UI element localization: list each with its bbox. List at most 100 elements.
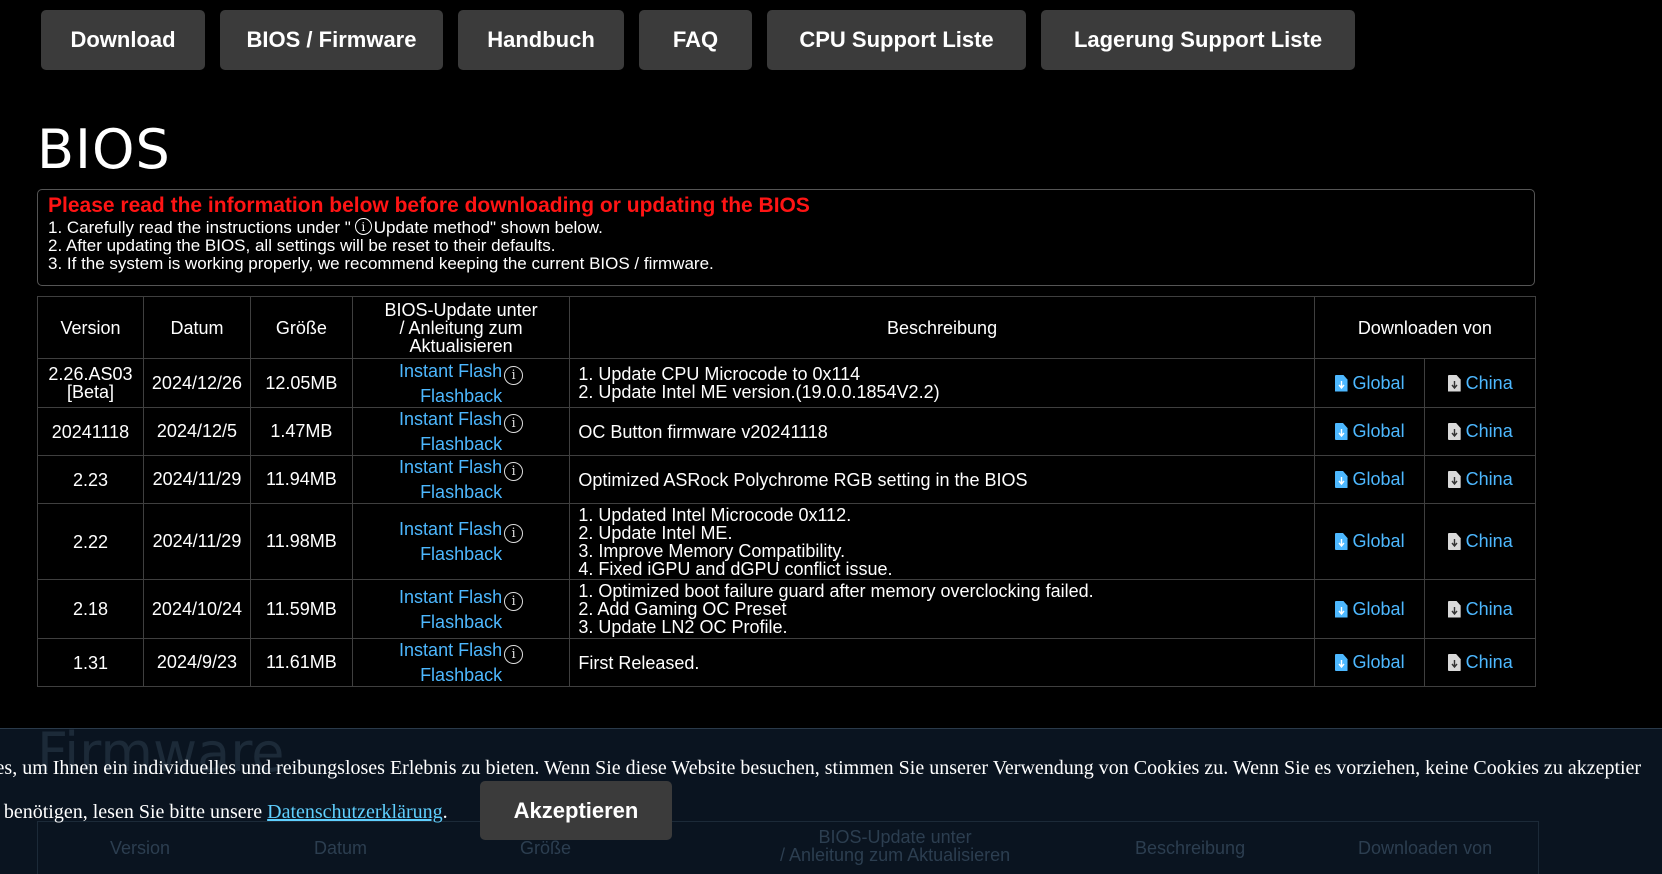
china-download-label: China bbox=[1465, 421, 1513, 441]
description-cell: 1. Update CPU Microcode to 0x114 2. Updat… bbox=[569, 358, 1315, 408]
flashback-link[interactable]: Flashback bbox=[361, 481, 562, 503]
global-download-link[interactable]: Global bbox=[1334, 469, 1405, 489]
china-download-label: China bbox=[1465, 531, 1513, 551]
description-cell: 1. Optimized boot failure guard after me… bbox=[569, 579, 1315, 639]
date-cell: 2024/12/5 bbox=[142, 407, 252, 456]
top-nav: Download BIOS / Firmware Handbuch FAQ CP… bbox=[41, 10, 1355, 70]
version-cell: 2.22 bbox=[37, 503, 144, 580]
description-cell: 1. Updated Intel Microcode 0x112. 2. Upda… bbox=[569, 503, 1315, 580]
global-download-link[interactable]: Global bbox=[1334, 531, 1405, 551]
file-download-icon bbox=[1334, 374, 1348, 392]
update-method-cell: Instant Flash i Flashback bbox=[351, 503, 571, 580]
page-title: BIOS bbox=[37, 118, 171, 181]
table-row: 2.26.AS03 [Beta] 2024/12/26 12.05MB Inst… bbox=[37, 358, 1536, 408]
global-download-cell: Global bbox=[1313, 579, 1426, 639]
global-download-cell: Global bbox=[1313, 358, 1426, 408]
china-download-link[interactable]: China bbox=[1447, 372, 1513, 393]
info-icon[interactable]: i bbox=[504, 645, 524, 664]
version-cell: 2.18 bbox=[37, 579, 144, 639]
nav-cpu-support-button[interactable]: CPU Support Liste bbox=[767, 10, 1026, 70]
nav-faq-button[interactable]: FAQ bbox=[639, 10, 752, 70]
nav-download-button[interactable]: Download bbox=[41, 10, 205, 70]
header-update-line-1: BIOS-Update unter bbox=[384, 299, 538, 320]
flashback-link[interactable]: Flashback bbox=[361, 433, 562, 455]
bios-warning-box: Please read the information below before… bbox=[37, 189, 1535, 286]
header-update: BIOS-Update unter / Anleitung zum Aktual… bbox=[351, 296, 571, 359]
description-cell: OC Button firmware v20241118 bbox=[569, 407, 1315, 456]
cookie-text-line-1: okies, um Ihnen ein individuelles und re… bbox=[0, 757, 1642, 779]
info-icon[interactable]: i bbox=[504, 524, 524, 543]
china-download-link[interactable]: China bbox=[1447, 531, 1513, 551]
global-download-label: Global bbox=[1352, 652, 1405, 672]
china-download-cell: China bbox=[1424, 455, 1536, 504]
warning-title: Please read the information below before… bbox=[48, 194, 810, 217]
info-icon[interactable]: i bbox=[504, 414, 524, 433]
description-line: 2. Update Intel ME version.(19.0.0.1854V… bbox=[578, 382, 940, 402]
privacy-policy-link[interactable]: Datenschutzerklärung bbox=[267, 801, 442, 823]
nav-handbuch-button[interactable]: Handbuch bbox=[458, 10, 624, 70]
global-download-link[interactable]: Global bbox=[1334, 598, 1405, 619]
china-download-link[interactable]: China bbox=[1447, 652, 1513, 672]
instant-flash-link[interactable]: Instant Flash bbox=[399, 457, 502, 477]
china-download-cell: China bbox=[1424, 638, 1536, 687]
china-download-label: China bbox=[1465, 469, 1513, 489]
size-cell: 1.47MB bbox=[250, 407, 353, 456]
global-download-link[interactable]: Global bbox=[1334, 652, 1405, 672]
nav-lagerung-support-button[interactable]: Lagerung Support Liste bbox=[1041, 10, 1355, 70]
firmware-header-version: Version bbox=[110, 838, 171, 858]
china-download-label: China bbox=[1465, 598, 1513, 619]
china-download-label: China bbox=[1465, 372, 1513, 393]
date-cell: 2024/9/23 bbox=[142, 638, 252, 687]
flashback-link[interactable]: Flashback bbox=[361, 543, 562, 565]
table-header-row: Version Datum Größe BIOS-Update unter / … bbox=[37, 296, 1537, 359]
flashback-link[interactable]: Flashback bbox=[361, 385, 562, 407]
nav-bios-firmware-button[interactable]: BIOS / Firmware bbox=[220, 10, 443, 70]
global-download-cell: Global bbox=[1313, 638, 1426, 687]
china-download-link[interactable]: China bbox=[1447, 598, 1513, 619]
warning-line-3: 3. If the system is working properly, we… bbox=[48, 254, 714, 273]
description-line: 1. Updated Intel Microcode 0x112. bbox=[578, 504, 852, 525]
table-row: 2.22 2024/11/29 11.98MB Instant Flash i F… bbox=[37, 503, 1536, 580]
header-groesse: Größe bbox=[250, 296, 353, 359]
instant-flash-row: Instant Flash i bbox=[361, 639, 562, 664]
china-download-label: China bbox=[1465, 652, 1513, 672]
date-cell: 2024/12/26 bbox=[142, 358, 252, 408]
china-download-link[interactable]: China bbox=[1447, 469, 1513, 489]
instant-flash-link[interactable]: Instant Flash bbox=[399, 640, 502, 660]
update-method-cell: Instant Flash i Flashback bbox=[351, 638, 571, 687]
table-row: 20241118 2024/12/5 1.47MB Instant Flash i… bbox=[37, 407, 1536, 456]
instant-flash-link[interactable]: Instant Flash bbox=[399, 361, 502, 381]
global-download-label: Global bbox=[1352, 598, 1405, 619]
firmware-header-update-line-2: / Anleitung zum Aktualisieren bbox=[780, 845, 1011, 865]
firmware-header-groesse: Größe bbox=[520, 838, 572, 858]
info-icon[interactable]: i bbox=[504, 365, 524, 385]
info-icon[interactable]: i bbox=[504, 462, 524, 481]
flashback-link[interactable]: Flashback bbox=[361, 611, 562, 633]
instant-flash-row: Instant Flash i bbox=[361, 586, 562, 611]
global-download-label: Global bbox=[1352, 531, 1405, 551]
size-cell: 11.98MB bbox=[250, 503, 353, 580]
description-line: OC Button firmware v20241118 bbox=[578, 421, 828, 442]
update-method-cell: Instant Flash i Flashback bbox=[351, 579, 571, 639]
global-download-link[interactable]: Global bbox=[1334, 421, 1405, 441]
table-row: 2.23 2024/11/29 11.94MB Instant Flash i F… bbox=[37, 455, 1536, 504]
china-download-cell: China bbox=[1424, 503, 1536, 580]
version-cell: 1.31 bbox=[37, 638, 144, 687]
flashback-link[interactable]: Flashback bbox=[361, 664, 562, 686]
date-cell: 2024/11/29 bbox=[142, 503, 252, 580]
china-download-link[interactable]: China bbox=[1447, 421, 1513, 441]
firmware-table-header: Version Datum Größe BIOS-Update unter / A… bbox=[37, 821, 1539, 874]
cookie-text-line-2-pre: nen benötigen, lesen Sie bitte unsere bbox=[0, 801, 263, 823]
firmware-header-datum: Datum bbox=[314, 838, 368, 858]
global-download-cell: Global bbox=[1313, 455, 1426, 504]
update-method-cell: Instant Flash i Flashback bbox=[351, 358, 571, 408]
firmware-header-update: BIOS-Update unter / Anleitung zum Aktuali… bbox=[780, 828, 1010, 864]
instant-flash-link[interactable]: Instant Flash bbox=[399, 409, 502, 429]
info-icon[interactable]: i bbox=[504, 591, 524, 611]
description-line: 3. Update LN2 OC Profile. bbox=[578, 617, 788, 637]
instant-flash-link[interactable]: Instant Flash bbox=[399, 519, 502, 539]
global-download-link[interactable]: Global bbox=[1334, 373, 1405, 393]
instant-flash-link[interactable]: Instant Flash bbox=[399, 587, 502, 607]
accept-cookies-button[interactable]: Akzeptieren bbox=[480, 781, 672, 840]
instant-flash-row: Instant Flash i bbox=[361, 360, 562, 385]
